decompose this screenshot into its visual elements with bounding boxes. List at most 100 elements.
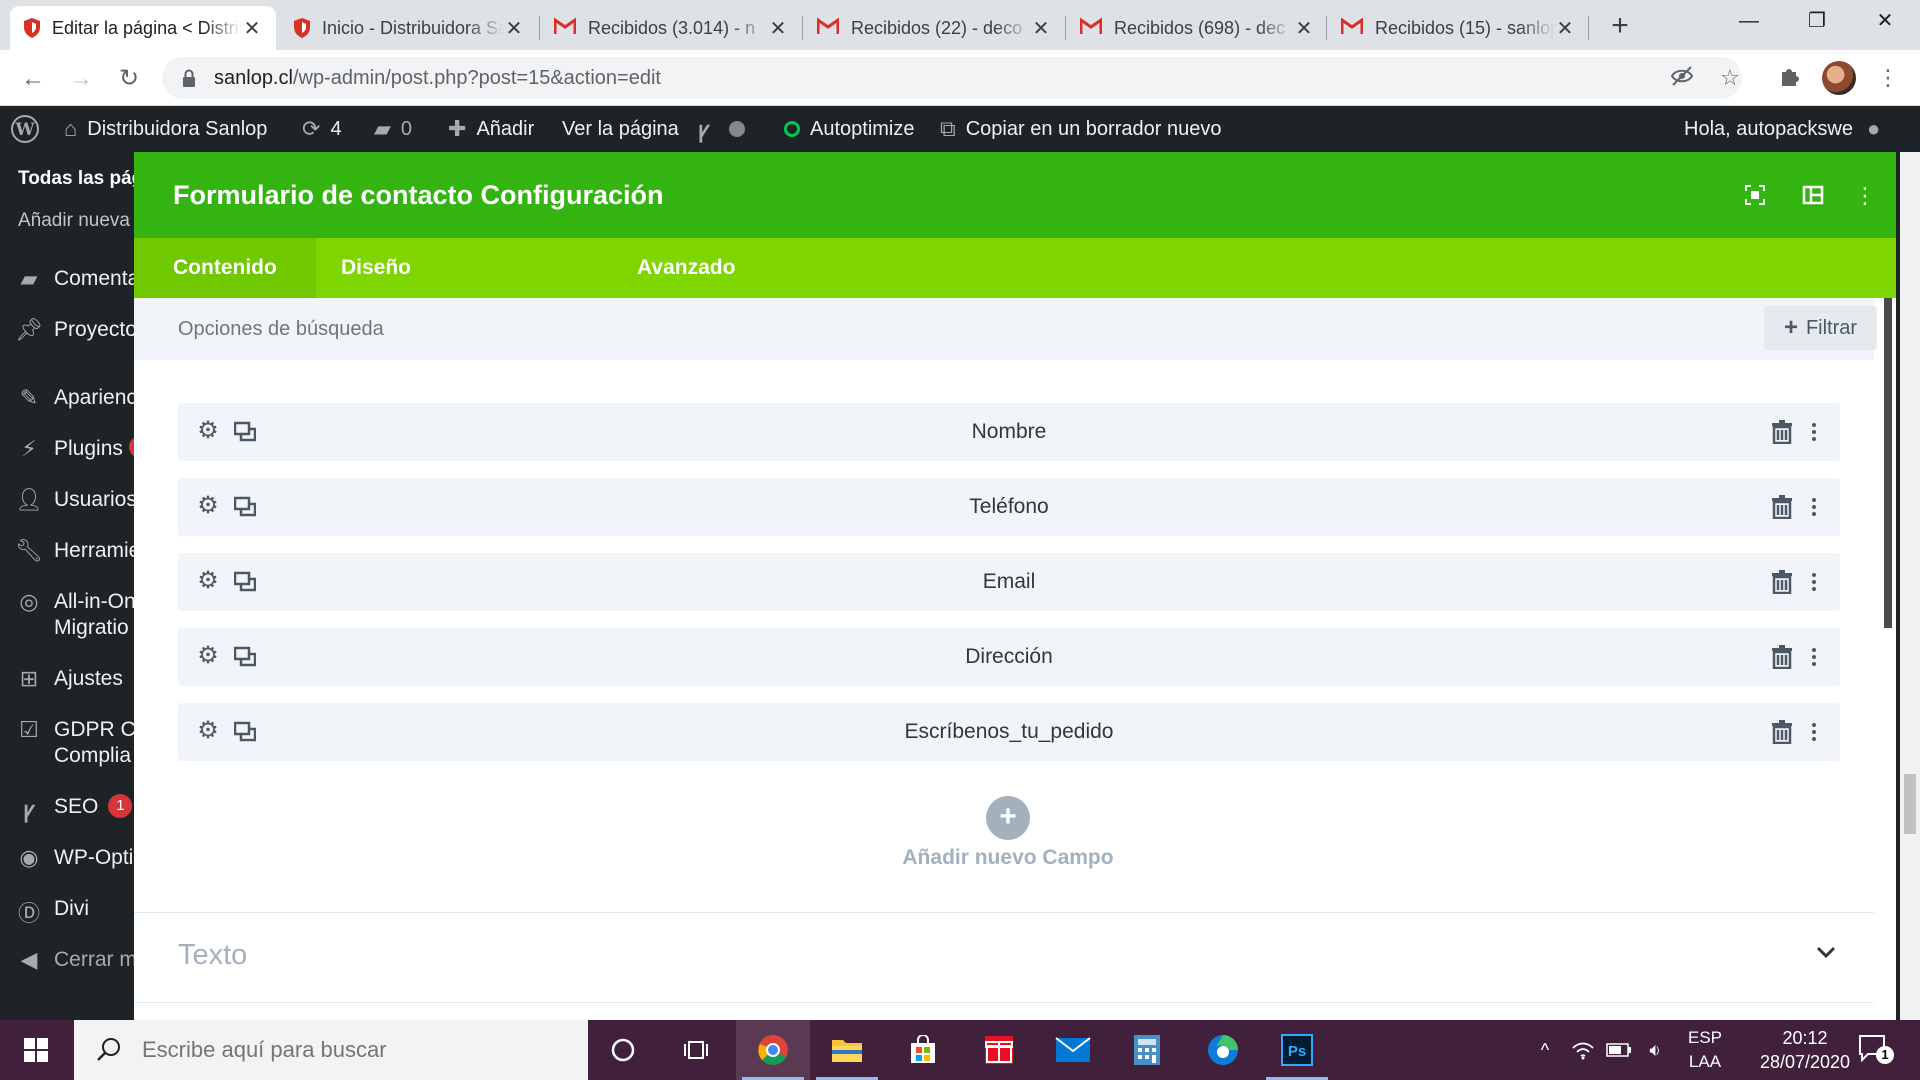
sidebar-item-users[interactable]: 👤︎ Usuarios [14,487,134,513]
comments-link[interactable]: ▰ 0 [374,106,412,152]
sidebar-collapse-menu[interactable]: ◀ Cerrar me [14,947,134,973]
battery-icon[interactable] [1604,1020,1634,1080]
sidebar-item-seo[interactable]: ꝩ SEO 1 [14,794,133,824]
yoast-menu[interactable]: ꝩ [698,106,746,152]
minimize-button[interactable]: — [1716,0,1782,44]
browser-tab-2[interactable]: Inicio - Distribuidora Sanlop ✕ [280,6,538,50]
updates-link[interactable]: ⟳ 4 [302,106,342,152]
cortana-button[interactable] [586,1020,660,1080]
sidebar-item-gdpr[interactable]: ☑ GDPR Co Complia [14,717,134,769]
taskbar-chrome[interactable] [736,1020,810,1080]
duplicate-icon[interactable] [234,421,256,443]
system-clock[interactable]: 20:12 28/07/2020 [1745,1026,1865,1074]
modal-scrollbar-thumb[interactable] [1884,298,1892,628]
field-row[interactable]: ⚙ Escríbenos_tu_pedido [178,703,1840,761]
close-icon[interactable]: ✕ [1294,16,1314,41]
field-row[interactable]: ⚙ Email [178,553,1840,611]
sidebar-item-plugins[interactable]: ⚡︎ Plugins [14,436,134,462]
profile-avatar[interactable] [1822,61,1856,95]
autoptimize-menu[interactable]: Autoptimize [784,106,915,152]
new-tab-button[interactable]: + [1602,8,1638,44]
chevron-down-icon[interactable] [1814,940,1838,964]
page-scrollbar[interactable] [1900,152,1920,1020]
browser-tab-6[interactable]: Recibidos (15) - sanlop ✕ [1327,6,1589,50]
task-view-button[interactable] [660,1020,734,1080]
site-name-link[interactable]: ⌂ Distribuidora Sanlop [64,106,267,152]
fullscreen-icon[interactable] [1742,184,1768,208]
split-view-icon[interactable] [1800,184,1826,208]
field-row[interactable]: ⚙ Dirección [178,628,1840,686]
browser-tab-5[interactable]: Recibidos (698) - dec ✕ [1066,6,1328,50]
reload-button[interactable]: ↻ [112,62,146,96]
add-field-label[interactable]: Añadir nuevo Campo [134,846,1882,870]
sidebar-item-divi[interactable]: Ⓓ Divi [14,896,89,928]
field-row[interactable]: ⚙ Nombre [178,403,1840,461]
trash-icon[interactable] [1772,495,1792,519]
volume-icon[interactable]: 🔉︎ [1640,1020,1670,1080]
sidebar-item-comments[interactable]: ▰ Comenta [14,266,134,292]
section-title-text[interactable]: Texto [178,939,247,972]
start-button[interactable] [0,1020,72,1080]
taskbar-photoshop[interactable]: Ps [1260,1020,1334,1080]
extensions-icon[interactable] [1776,64,1804,92]
browser-tab-3[interactable]: Recibidos (3.014) - n ✕ [540,6,802,50]
copy-draft-link[interactable]: ⧉ Copiar en un borrador nuevo [940,106,1221,152]
gear-icon[interactable]: ⚙ [196,644,220,668]
sidebar-item-wp-optimize[interactable]: ◉ WP-Opti [14,845,133,871]
sidebar-subitem-all-pages[interactable]: Todas las pág [18,168,134,190]
gear-icon[interactable]: ⚙ [196,419,220,443]
close-icon[interactable]: ✕ [1555,16,1575,41]
sidebar-item-tools[interactable]: 🔧︎ Herramie [14,538,134,564]
more-icon[interactable] [1808,495,1820,519]
field-row[interactable]: ⚙ Teléfono [178,478,1840,536]
add-new-link[interactable]: ✚ Añadir [448,106,534,152]
more-icon[interactable] [1808,720,1820,744]
star-icon[interactable]: ☆ [1716,64,1744,92]
filter-button[interactable]: + Filtrar [1764,306,1877,350]
taskbar-mail[interactable] [1036,1020,1110,1080]
browser-tab-1[interactable]: Editar la página < Distribuidora Sanlop … [10,6,276,50]
more-icon[interactable] [1808,645,1820,669]
close-icon[interactable]: ✕ [768,16,788,41]
tab-design[interactable]: Diseño [302,238,450,298]
tab-advanced[interactable]: Avanzado [598,238,774,298]
trash-icon[interactable] [1772,420,1792,444]
add-field-button[interactable]: + [986,796,1030,840]
more-options-icon[interactable]: ⋮ [1852,184,1878,208]
taskbar-file-explorer[interactable] [810,1020,884,1080]
close-window-button[interactable]: ✕ [1852,0,1918,44]
trash-icon[interactable] [1772,570,1792,594]
taskbar-store[interactable] [886,1020,960,1080]
tab-content[interactable]: Contenido [134,238,316,298]
wordpress-logo-icon[interactable]: W [10,106,40,152]
show-hidden-icons-button[interactable]: ^ [1530,1020,1560,1080]
view-page-link[interactable]: Ver la página [562,106,679,152]
gear-icon[interactable]: ⚙ [196,494,220,518]
gear-icon[interactable]: ⚙ [196,719,220,743]
page-scrollbar-thumb[interactable] [1904,774,1916,834]
taskbar-gift-app[interactable] [962,1020,1036,1080]
gear-icon[interactable]: ⚙ [196,569,220,593]
sidebar-item-settings[interactable]: ⊞ Ajustes [14,666,123,692]
wifi-icon[interactable] [1568,1020,1598,1080]
browser-tab-4[interactable]: Recibidos (22) - deco ✕ [803,6,1065,50]
back-button[interactable]: ← [16,62,50,96]
duplicate-icon[interactable] [234,646,256,668]
action-center-button[interactable]: 1 [1858,1034,1894,1066]
forward-button[interactable]: → [64,62,98,96]
my-account-menu[interactable]: Hola, autopackswe ● [1684,106,1880,152]
more-icon[interactable] [1808,420,1820,444]
sidebar-subitem-add-new[interactable]: Añadir nueva [18,210,130,232]
sidebar-item-all-in-one-migration[interactable]: ◎ All-in-On Migratio [14,589,134,641]
sidebar-item-projects[interactable]: 📌︎ Proyecto [14,317,134,343]
menu-icon[interactable]: ⋮ [1874,64,1902,92]
address-bar[interactable]: sanlop.cl/wp-admin/post.php?post=15&acti… [162,57,1742,99]
taskbar-calculator[interactable] [1110,1020,1184,1080]
trash-icon[interactable] [1772,645,1792,669]
search-options-input[interactable] [178,298,1078,360]
duplicate-icon[interactable] [234,571,256,593]
close-icon[interactable]: ✕ [1031,16,1051,41]
more-icon[interactable] [1808,570,1820,594]
taskbar-search-input[interactable] [142,1037,562,1063]
eye-off-icon[interactable] [1668,64,1696,92]
